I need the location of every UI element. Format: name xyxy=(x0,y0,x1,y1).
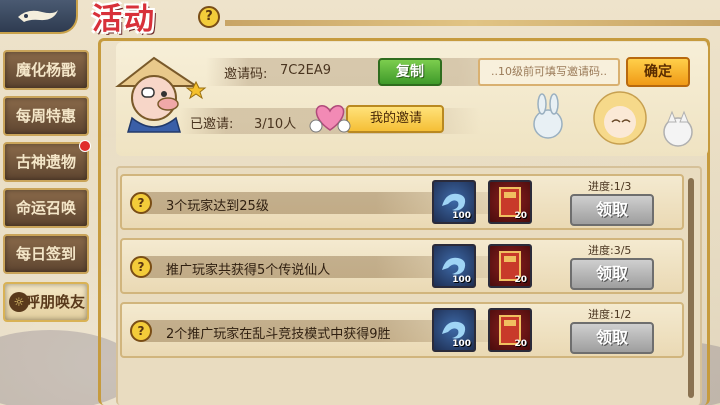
my-invites-label: 我的邀请 xyxy=(370,111,423,126)
reward-quantity: 100 xyxy=(452,339,471,349)
sidebar-item-label: 古神遗物 xyxy=(15,153,76,171)
help-icon[interactable]: ? xyxy=(130,192,152,214)
copy-button[interactable]: 复制 xyxy=(378,58,442,86)
gem-icon[interactable]: 100 xyxy=(432,244,476,288)
task-description: 推广玩家共获得5个传说仙人 xyxy=(166,263,331,278)
reward-quantity: 100 xyxy=(452,275,471,285)
reward-quantity: 100 xyxy=(452,211,471,221)
confirm-button[interactable]: 确定 xyxy=(626,57,690,87)
notification-dot xyxy=(79,140,91,152)
reward-quantity: 20 xyxy=(514,211,527,221)
decorative-characters xyxy=(533,91,693,147)
sidebar-item-label: 魔化杨戬 xyxy=(15,61,76,79)
invite-code-value: 7C2EA9 xyxy=(280,63,331,78)
help-icon[interactable]: ? xyxy=(130,320,152,342)
help-icon[interactable]: ? xyxy=(198,6,220,28)
sidebar-item-fate-summon[interactable]: 命运召唤 xyxy=(3,188,89,228)
claim-button[interactable]: 领取 xyxy=(570,194,654,226)
task-row: ? 2个推广玩家在乱斗竞技模式中获得9胜 100 20 进度:1/2 领取 xyxy=(120,302,684,358)
gem-icon[interactable]: 100 xyxy=(432,180,476,224)
invited-label: 已邀请: xyxy=(190,117,234,132)
handshake-heart-icon xyxy=(309,105,351,133)
header-divider xyxy=(225,20,720,26)
task-list-scrollbar[interactable] xyxy=(688,178,694,398)
gem-icon[interactable]: 100 xyxy=(432,308,476,352)
back-arrow-icon xyxy=(18,10,58,22)
card-icon[interactable]: 20 xyxy=(488,180,532,224)
sidebar-item-label: 命运召唤 xyxy=(15,199,76,217)
sidebar-item-invite-friends[interactable]: ☼ 呼朋唤友 xyxy=(3,282,89,322)
task-row: ? 推广玩家共获得5个传说仙人 100 20 进度:3/5 领取 xyxy=(120,238,684,294)
invite-code-label: 邀请码: xyxy=(224,67,268,82)
sidebar-item-label: 呼朋唤友 xyxy=(24,293,85,311)
sidebar-item-ancient-relics[interactable]: 古神遗物 xyxy=(3,140,91,182)
swirl-icon: ☼ xyxy=(9,292,29,312)
task-row: ? 3个玩家达到25级 100 20 进度:1/3 领取 xyxy=(120,174,684,230)
help-icon[interactable]: ? xyxy=(130,256,152,278)
task-progress: 进度:1/2 xyxy=(588,308,632,321)
reward-quantity: 20 xyxy=(514,275,527,285)
activity-screen: 活动 ? 魔化杨戬 每周特惠 古神遗物 命运召唤 每日签到 ☼ 呼朋唤友 邀请码… xyxy=(0,0,720,405)
sidebar: 魔化杨戬 每周特惠 古神遗物 命运召唤 每日签到 ☼ 呼朋唤友 xyxy=(0,50,94,340)
task-progress: 进度:3/5 xyxy=(588,244,632,257)
task-progress: 进度:1/3 xyxy=(588,180,632,193)
sidebar-item-demon-yangjian[interactable]: 魔化杨戬 xyxy=(3,50,89,90)
sidebar-item-label: 每日签到 xyxy=(15,245,76,263)
back-button[interactable] xyxy=(0,0,78,34)
invited-count: 3/10人 xyxy=(254,117,297,132)
sidebar-item-daily-checkin[interactable]: 每日签到 xyxy=(3,234,89,274)
sidebar-item-label: 每周特惠 xyxy=(15,107,76,125)
claim-button[interactable]: 领取 xyxy=(570,258,654,290)
task-description: 2个推广玩家在乱斗竞技模式中获得9胜 xyxy=(166,327,391,342)
claim-button[interactable]: 领取 xyxy=(570,322,654,354)
my-invites-button[interactable]: 我的邀请 xyxy=(346,105,444,133)
task-description: 3个玩家达到25级 xyxy=(166,199,269,214)
card-icon[interactable]: 20 xyxy=(488,308,532,352)
invite-code-input[interactable]: ..10级前可填写邀请码.. xyxy=(478,58,620,86)
reward-quantity: 20 xyxy=(514,339,527,349)
sidebar-item-weekly-deals[interactable]: 每周特惠 xyxy=(3,96,89,136)
page-title: 活动 xyxy=(92,2,156,37)
card-icon[interactable]: 20 xyxy=(488,244,532,288)
